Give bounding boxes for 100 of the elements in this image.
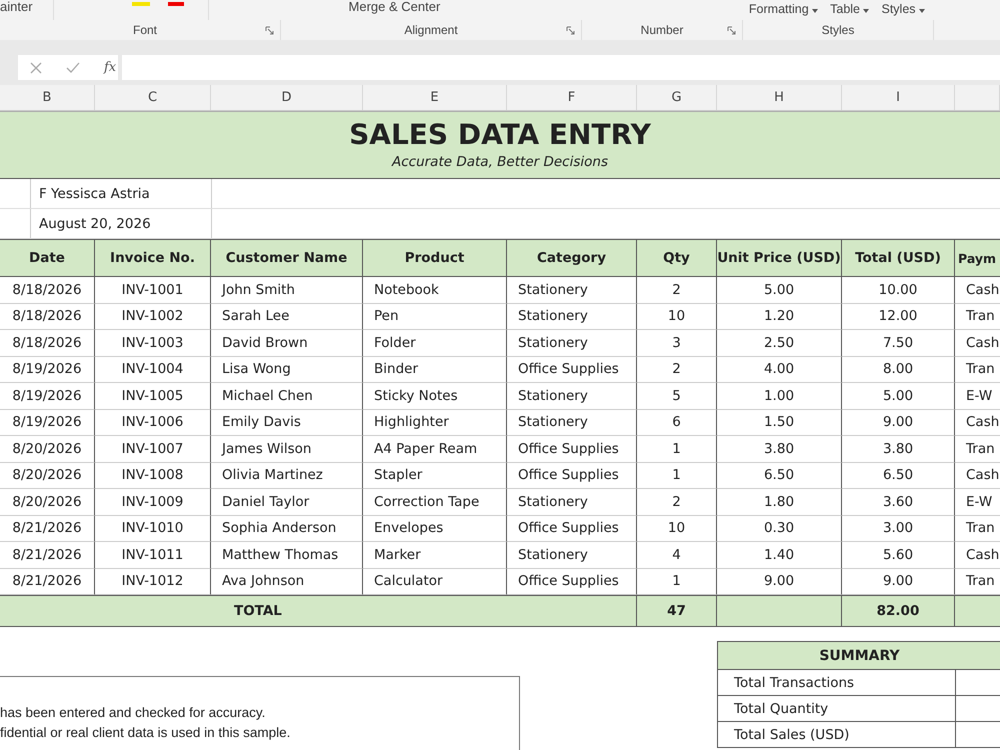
table-cell: Folder bbox=[363, 330, 507, 356]
table-cell: INV-1006 bbox=[95, 410, 211, 436]
table-cell: Stationery bbox=[507, 304, 637, 330]
table-cell: 10.00 bbox=[842, 277, 955, 304]
column-heading: Paym bbox=[957, 250, 998, 268]
table-cell: Cash bbox=[955, 542, 1000, 568]
table-cell: Office Supplies bbox=[507, 436, 637, 462]
table-cell: Matthew Thomas bbox=[211, 542, 363, 568]
table-cell: John Smith bbox=[211, 277, 363, 304]
table-cell: E-W bbox=[955, 489, 1000, 516]
group-label: Styles bbox=[822, 23, 854, 37]
table-cell: Sarah Lee bbox=[211, 304, 363, 330]
table-cell: Sophia Anderson bbox=[211, 516, 363, 542]
table-cell: 8/19/2026 bbox=[0, 356, 95, 383]
style-dropdown[interactable]: Styles bbox=[881, 2, 925, 16]
table-cell: 8/21/2026 bbox=[0, 516, 95, 542]
caret-icon bbox=[863, 9, 870, 13]
table-cell: 5.00 bbox=[717, 277, 842, 304]
sheet-title: SALES DATA ENTRY bbox=[349, 120, 651, 150]
insert-function-button[interactable]: fx bbox=[104, 60, 116, 75]
table-cell: 7.50 bbox=[842, 330, 955, 356]
column-header[interactable]: G bbox=[637, 85, 717, 110]
table-cell: Stationery bbox=[507, 489, 637, 516]
cancel-icon[interactable] bbox=[30, 62, 42, 74]
column-header[interactable]: B bbox=[0, 85, 95, 110]
table-cell: 8/21/2026 bbox=[0, 542, 95, 568]
column-header[interactable]: I bbox=[842, 85, 955, 110]
table-cell: Cash bbox=[955, 330, 1000, 356]
checkmark-icon[interactable] bbox=[66, 62, 80, 74]
table-cell: 1 bbox=[637, 436, 717, 462]
table-cell: 8/18/2026 bbox=[0, 277, 95, 304]
dialog-launcher-icon[interactable] bbox=[727, 26, 736, 35]
table-cell: 10 bbox=[637, 304, 717, 330]
table-cell: Daniel Taylor bbox=[211, 489, 363, 516]
style-dropdown[interactable]: Formatting bbox=[748, 2, 818, 16]
table-cell: 3.80 bbox=[717, 436, 842, 462]
table-cell: 8/19/2026 bbox=[0, 383, 95, 410]
table-cell: Correction Tape bbox=[363, 489, 507, 516]
table-cell: Tran bbox=[955, 356, 1000, 383]
caret-icon bbox=[812, 9, 818, 13]
table-cell: 12.00 bbox=[842, 304, 955, 330]
total-quantity: 47 bbox=[637, 596, 717, 626]
highlight-color-icon[interactable] bbox=[132, 2, 150, 6]
column-header[interactable]: H bbox=[717, 85, 842, 110]
table-cell: James Wilson bbox=[211, 436, 363, 462]
column-heading: Invoice No. bbox=[95, 240, 211, 276]
table-cell: INV-1002 bbox=[95, 304, 211, 330]
table-cell: 6.50 bbox=[717, 462, 842, 489]
column-heading: Date bbox=[0, 240, 95, 276]
column-header[interactable]: E bbox=[363, 85, 507, 110]
table-cell: 1 bbox=[637, 462, 717, 489]
summary-label: Total Quantity bbox=[718, 696, 956, 721]
info-cell: August 20, 2026 bbox=[31, 209, 212, 238]
table-cell: 8/20/2026 bbox=[0, 489, 95, 516]
note-text: fidential or real client data is used in this sample. bbox=[0, 725, 292, 740]
table-cell: 3.80 bbox=[842, 436, 955, 462]
table-cell: INV-1001 bbox=[95, 277, 211, 304]
caret-icon bbox=[919, 9, 925, 13]
table-cell: 2 bbox=[637, 356, 717, 383]
table-cell: Cash bbox=[955, 277, 1000, 304]
column-heading: Total (USD) bbox=[842, 240, 955, 276]
column-header[interactable]: C bbox=[95, 85, 211, 110]
format-painter-label[interactable]: ainter bbox=[0, 0, 33, 14]
sheet-subtitle: Accurate Data, Better Decisions bbox=[392, 154, 608, 170]
table-cell: 5.00 bbox=[842, 383, 955, 410]
table-cell: Marker bbox=[363, 542, 507, 568]
table-cell: Office Supplies bbox=[507, 516, 637, 542]
table-cell: 9.00 bbox=[842, 410, 955, 436]
table-cell: INV-1010 bbox=[95, 516, 211, 542]
table-cell: Highlighter bbox=[363, 410, 507, 436]
table-cell: Envelopes bbox=[363, 516, 507, 542]
table-cell: Lisa Wong bbox=[211, 356, 363, 383]
style-dropdown[interactable]: Table bbox=[830, 2, 870, 16]
column-heading: Product bbox=[363, 240, 507, 276]
table-cell: INV-1009 bbox=[95, 489, 211, 516]
column-header[interactable]: F bbox=[507, 85, 637, 110]
table-cell: Emily Davis bbox=[211, 410, 363, 436]
dialog-launcher-icon[interactable] bbox=[566, 26, 575, 35]
table-cell: Office Supplies bbox=[507, 356, 637, 383]
table-cell: INV-1005 bbox=[95, 383, 211, 410]
table-cell: A4 Paper Ream bbox=[363, 436, 507, 462]
table-cell: Michael Chen bbox=[211, 383, 363, 410]
table-cell: David Brown bbox=[211, 330, 363, 356]
font-color-icon[interactable] bbox=[168, 2, 184, 6]
column-heading: Unit Price (USD) bbox=[717, 240, 842, 276]
table-cell: 8.00 bbox=[842, 356, 955, 383]
table-cell: INV-1007 bbox=[95, 436, 211, 462]
table-cell: Pen bbox=[363, 304, 507, 330]
column-header[interactable]: D bbox=[211, 85, 363, 110]
group-label: Font bbox=[132, 23, 157, 37]
total-amount: 82.00 bbox=[842, 596, 955, 626]
dialog-launcher-icon[interactable] bbox=[265, 26, 274, 35]
table-cell: Office Supplies bbox=[507, 462, 637, 489]
table-cell: Cash bbox=[955, 462, 1000, 489]
table-cell: 1.80 bbox=[717, 489, 842, 516]
table-cell: 10 bbox=[637, 516, 717, 542]
merge-center-button[interactable]: Merge & Center bbox=[348, 0, 440, 14]
table-cell: 3 bbox=[637, 330, 717, 356]
table-cell: Tran bbox=[955, 436, 1000, 462]
table-cell: Cash bbox=[955, 410, 1000, 436]
